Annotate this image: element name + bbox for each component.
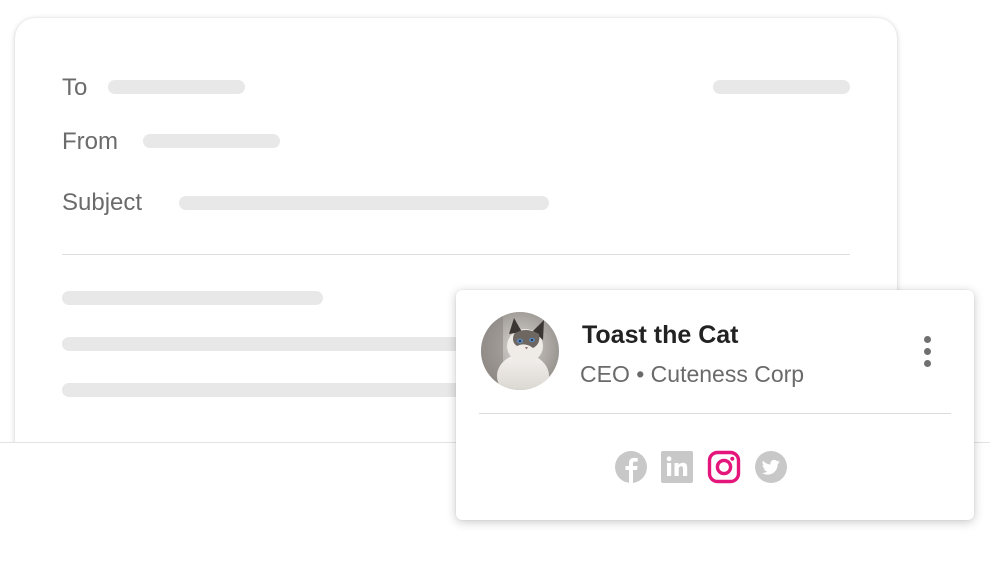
linkedin-icon[interactable]	[660, 450, 694, 484]
body-line	[62, 337, 482, 351]
from-field[interactable]	[143, 134, 280, 148]
body-line	[62, 383, 482, 397]
from-label: From	[62, 128, 118, 155]
email-signature-card: Toast the Cat CEO • Cuteness Corp	[456, 290, 974, 520]
subject-field[interactable]	[179, 196, 549, 210]
signature-divider	[479, 413, 951, 414]
facebook-icon[interactable]	[614, 450, 648, 484]
header-divider	[62, 254, 850, 255]
more-vertical-icon[interactable]	[916, 334, 940, 370]
date-placeholder	[713, 80, 850, 94]
cat-photo-icon	[481, 312, 559, 390]
body-line	[62, 291, 323, 305]
signature-title: CEO • Cuteness Corp	[580, 361, 805, 387]
to-label: To	[62, 74, 88, 101]
twitter-icon[interactable]	[754, 450, 788, 484]
to-field[interactable]	[108, 80, 245, 94]
instagram-icon[interactable]	[707, 450, 741, 484]
avatar	[481, 312, 559, 390]
subject-label: Subject	[62, 189, 143, 216]
signature-name: Toast the Cat	[582, 321, 739, 349]
